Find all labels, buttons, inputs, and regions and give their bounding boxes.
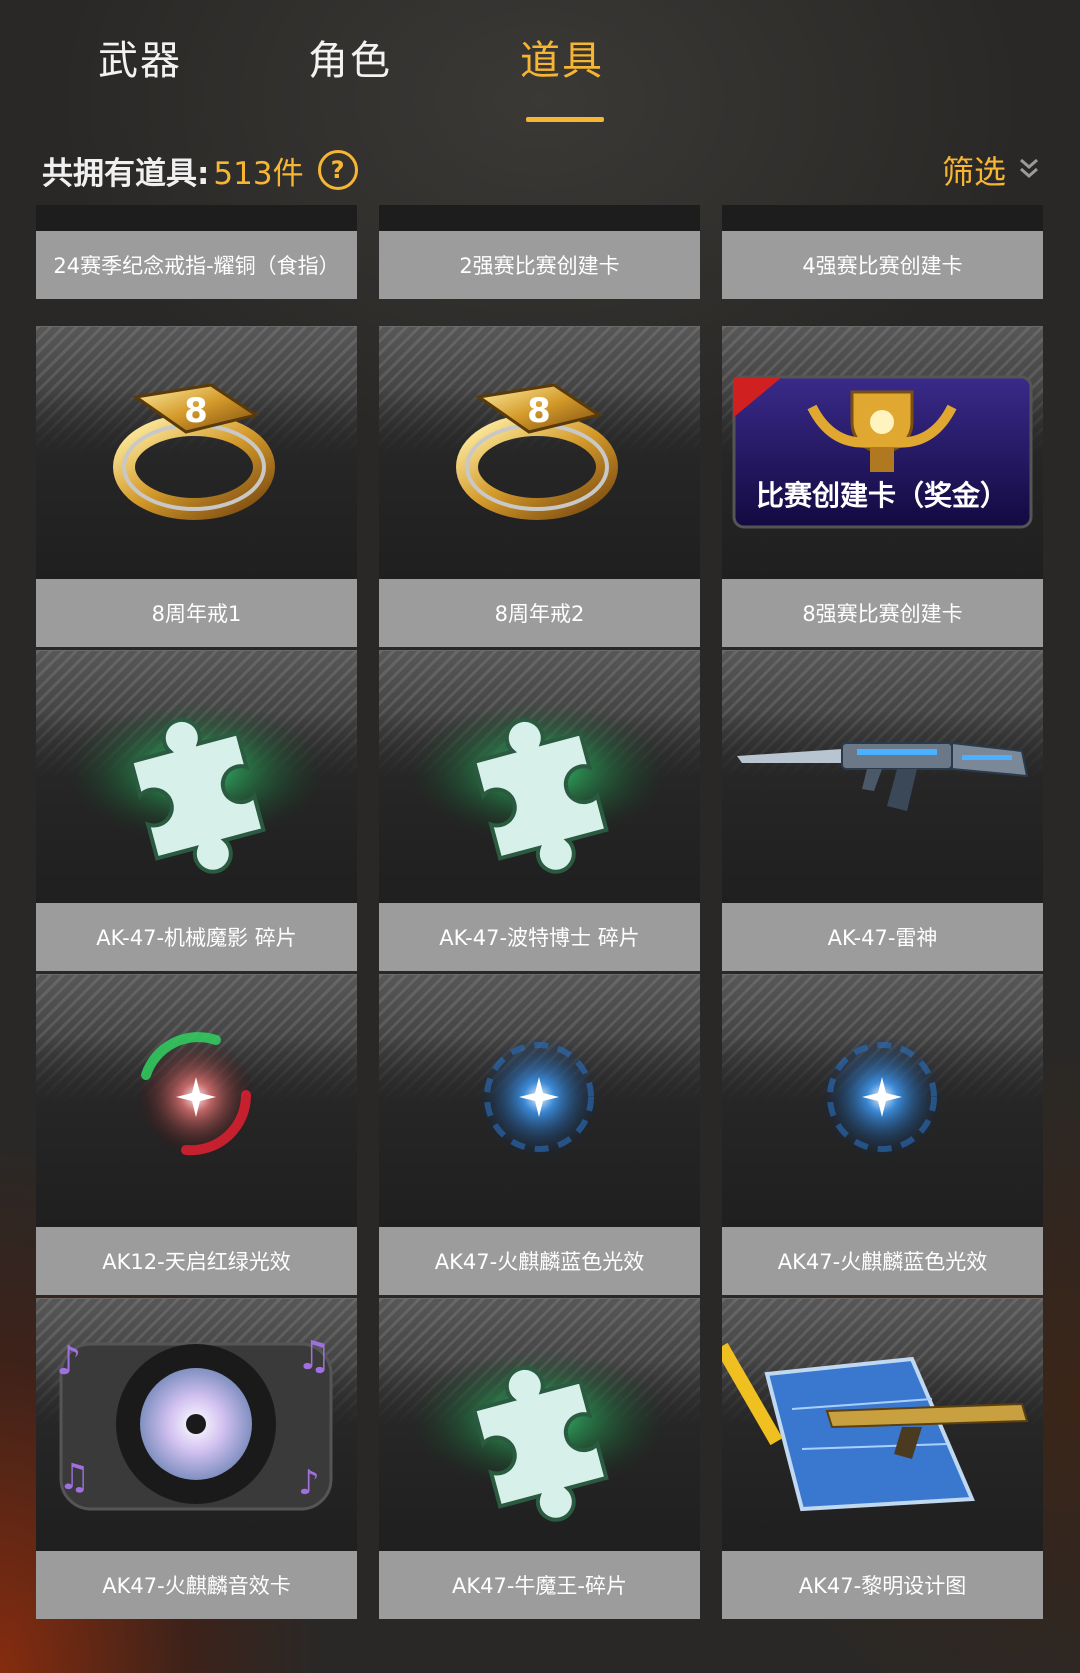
item-card[interactable]: ♪ ♫ ♫ ♪ AK47-火麒麟音效卡 [36,1298,357,1619]
svg-text:8: 8 [184,391,208,431]
blue-glow-icon [820,1035,944,1159]
item-name: 8周年戒2 [379,579,700,647]
item-name: 2强赛比赛创建卡 [379,231,700,299]
item-image: ♪ ♫ ♫ ♪ [36,1298,357,1552]
item-name: AK12-天启红绿光效 [36,1227,357,1295]
ring-icon: 8 [456,383,618,520]
item-card[interactable]: 8 8周年戒2 [379,326,700,647]
tab-items[interactable]: 道具 [520,28,604,86]
item-card[interactable]: 比赛创建卡（奖金） 8强赛比赛创建卡 [722,326,1043,647]
item-name: AK47-火麒麟音效卡 [36,1551,357,1619]
item-image [36,650,357,904]
item-image [36,205,357,231]
match-card-icon: 比赛创建卡（奖金） [732,375,1033,529]
item-card[interactable]: AK-47-雷神 [722,650,1043,971]
item-count-value: 513件 [213,155,304,192]
red-green-glow-icon [136,1032,256,1157]
item-image: 8 [379,326,700,580]
item-name: AK-47-雷神 [722,903,1043,971]
svg-text:8: 8 [527,391,551,431]
item-card[interactable]: AK47-火麒麟蓝色光效 [379,974,700,1295]
item-name: 8周年戒1 [36,579,357,647]
tab-characters[interactable]: 角色 [308,28,392,86]
item-card[interactable]: AK47-火麒麟蓝色光效 [722,974,1043,1295]
sound-disc-icon: ♪ ♫ ♫ ♪ [56,1333,333,1511]
item-name: AK-47-波特博士 碎片 [379,903,700,971]
item-image [379,1298,700,1552]
item-image [722,205,1043,231]
item-card[interactable]: 4强赛比赛创建卡 [722,205,1043,299]
blue-glow-icon [477,1035,601,1159]
item-image [379,205,700,231]
item-image [379,974,700,1228]
filter-label: 筛选 [941,153,1006,191]
item-count-summary: 共拥有道具: 513件 ? [42,145,358,195]
active-tab-indicator [526,117,604,122]
item-card[interactable]: 8 8周年戒1 [36,326,357,647]
item-card[interactable]: AK47-黎明设计图 [722,1298,1043,1619]
item-image [379,650,700,904]
svg-text:♪: ♪ [56,1338,82,1384]
double-chevron-down-icon [1018,155,1040,185]
item-name: AK47-黎明设计图 [722,1551,1043,1619]
svg-text:♫: ♫ [296,1333,332,1379]
ring-icon: 8 [113,383,275,520]
item-card[interactable]: AK47-牛魔王-碎片 [379,1298,700,1619]
item-name: AK-47-机械魔影 碎片 [36,903,357,971]
item-name: AK47-火麒麟蓝色光效 [722,1227,1043,1295]
item-grid: 24赛季纪念戒指-耀铜（食指） 2强赛比赛创建卡 4强赛比赛创建卡 8 8周年戒… [36,205,1046,1673]
item-name: 4强赛比赛创建卡 [722,231,1043,299]
puzzle-fragment-icon [66,701,326,874]
help-icon[interactable]: ? [317,150,358,190]
item-image [722,650,1043,904]
item-card[interactable]: 24赛季纪念戒指-耀铜（食指） [36,205,357,299]
item-image [722,974,1043,1228]
puzzle-fragment-icon [409,701,669,874]
item-card[interactable]: 2强赛比赛创建卡 [379,205,700,299]
item-image: 8 [36,326,357,580]
rifle-icon [737,741,1029,811]
category-tabs: 武器 角色 道具 [0,0,1080,130]
item-image [722,1298,1043,1552]
svg-text:♫: ♫ [58,1457,90,1498]
item-name: AK47-火麒麟蓝色光效 [379,1227,700,1295]
filter-button[interactable]: 筛选 [942,145,1040,195]
item-image: 比赛创建卡（奖金） [722,326,1043,580]
item-count-label: 共拥有道具: [42,155,210,192]
item-card[interactable]: AK12-天启红绿光效 [36,974,357,1295]
item-card[interactable]: AK-47-波特博士 碎片 [379,650,700,971]
tab-weapons[interactable]: 武器 [98,28,182,86]
blueprint-icon [722,1342,1029,1512]
card-image-text: 比赛创建卡（奖金） [756,479,1008,512]
item-name: 24赛季纪念戒指-耀铜（食指） [36,231,357,299]
svg-text:♪: ♪ [298,1463,320,1503]
puzzle-fragment-icon [409,1349,669,1522]
item-card[interactable]: AK-47-机械魔影 碎片 [36,650,357,971]
item-name: AK47-牛魔王-碎片 [379,1551,700,1619]
item-name: 8强赛比赛创建卡 [722,579,1043,647]
item-image [36,974,357,1228]
